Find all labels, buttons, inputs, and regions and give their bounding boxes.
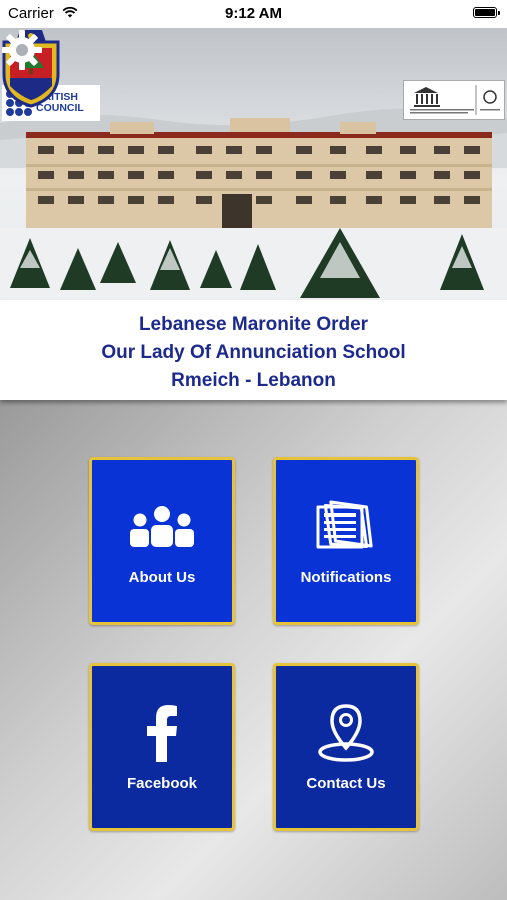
- clock: 9:12 AM: [225, 5, 282, 22]
- notifications-label: Notifications: [300, 568, 392, 586]
- school-title: Lebanese Maronite Order Our Lady Of Annu…: [0, 300, 507, 400]
- title-line-3: Rmeich - Lebanon: [171, 370, 336, 391]
- school-header-photo: BRITISH COUNCIL: [0, 28, 507, 300]
- status-bar: Carrier 9:12 AM: [0, 0, 507, 28]
- unesco-logo: [403, 80, 505, 120]
- school-building-image: [0, 108, 507, 300]
- notifications-button[interactable]: Notifications: [273, 457, 419, 625]
- main-menu: About Us Notifications Facebook Contact …: [0, 400, 507, 900]
- facebook-label: Facebook: [126, 774, 198, 792]
- title-line-1: Lebanese Maronite Order: [138, 314, 369, 335]
- facebook-icon: [145, 703, 179, 763]
- contact-us-label: Contact Us: [306, 774, 386, 792]
- facebook-button[interactable]: Facebook: [89, 663, 235, 831]
- battery-icon: [473, 7, 500, 18]
- location-pin-icon: [314, 703, 378, 763]
- about-us-label: About Us: [128, 568, 196, 586]
- group-icon: [127, 497, 197, 557]
- newspaper-icon: [314, 497, 378, 557]
- about-us-button[interactable]: About Us: [89, 457, 235, 625]
- contact-us-button[interactable]: Contact Us: [273, 663, 419, 831]
- settings-gear-icon[interactable]: [0, 28, 44, 72]
- title-line-2: Our Lady Of Annunciation School: [101, 342, 406, 363]
